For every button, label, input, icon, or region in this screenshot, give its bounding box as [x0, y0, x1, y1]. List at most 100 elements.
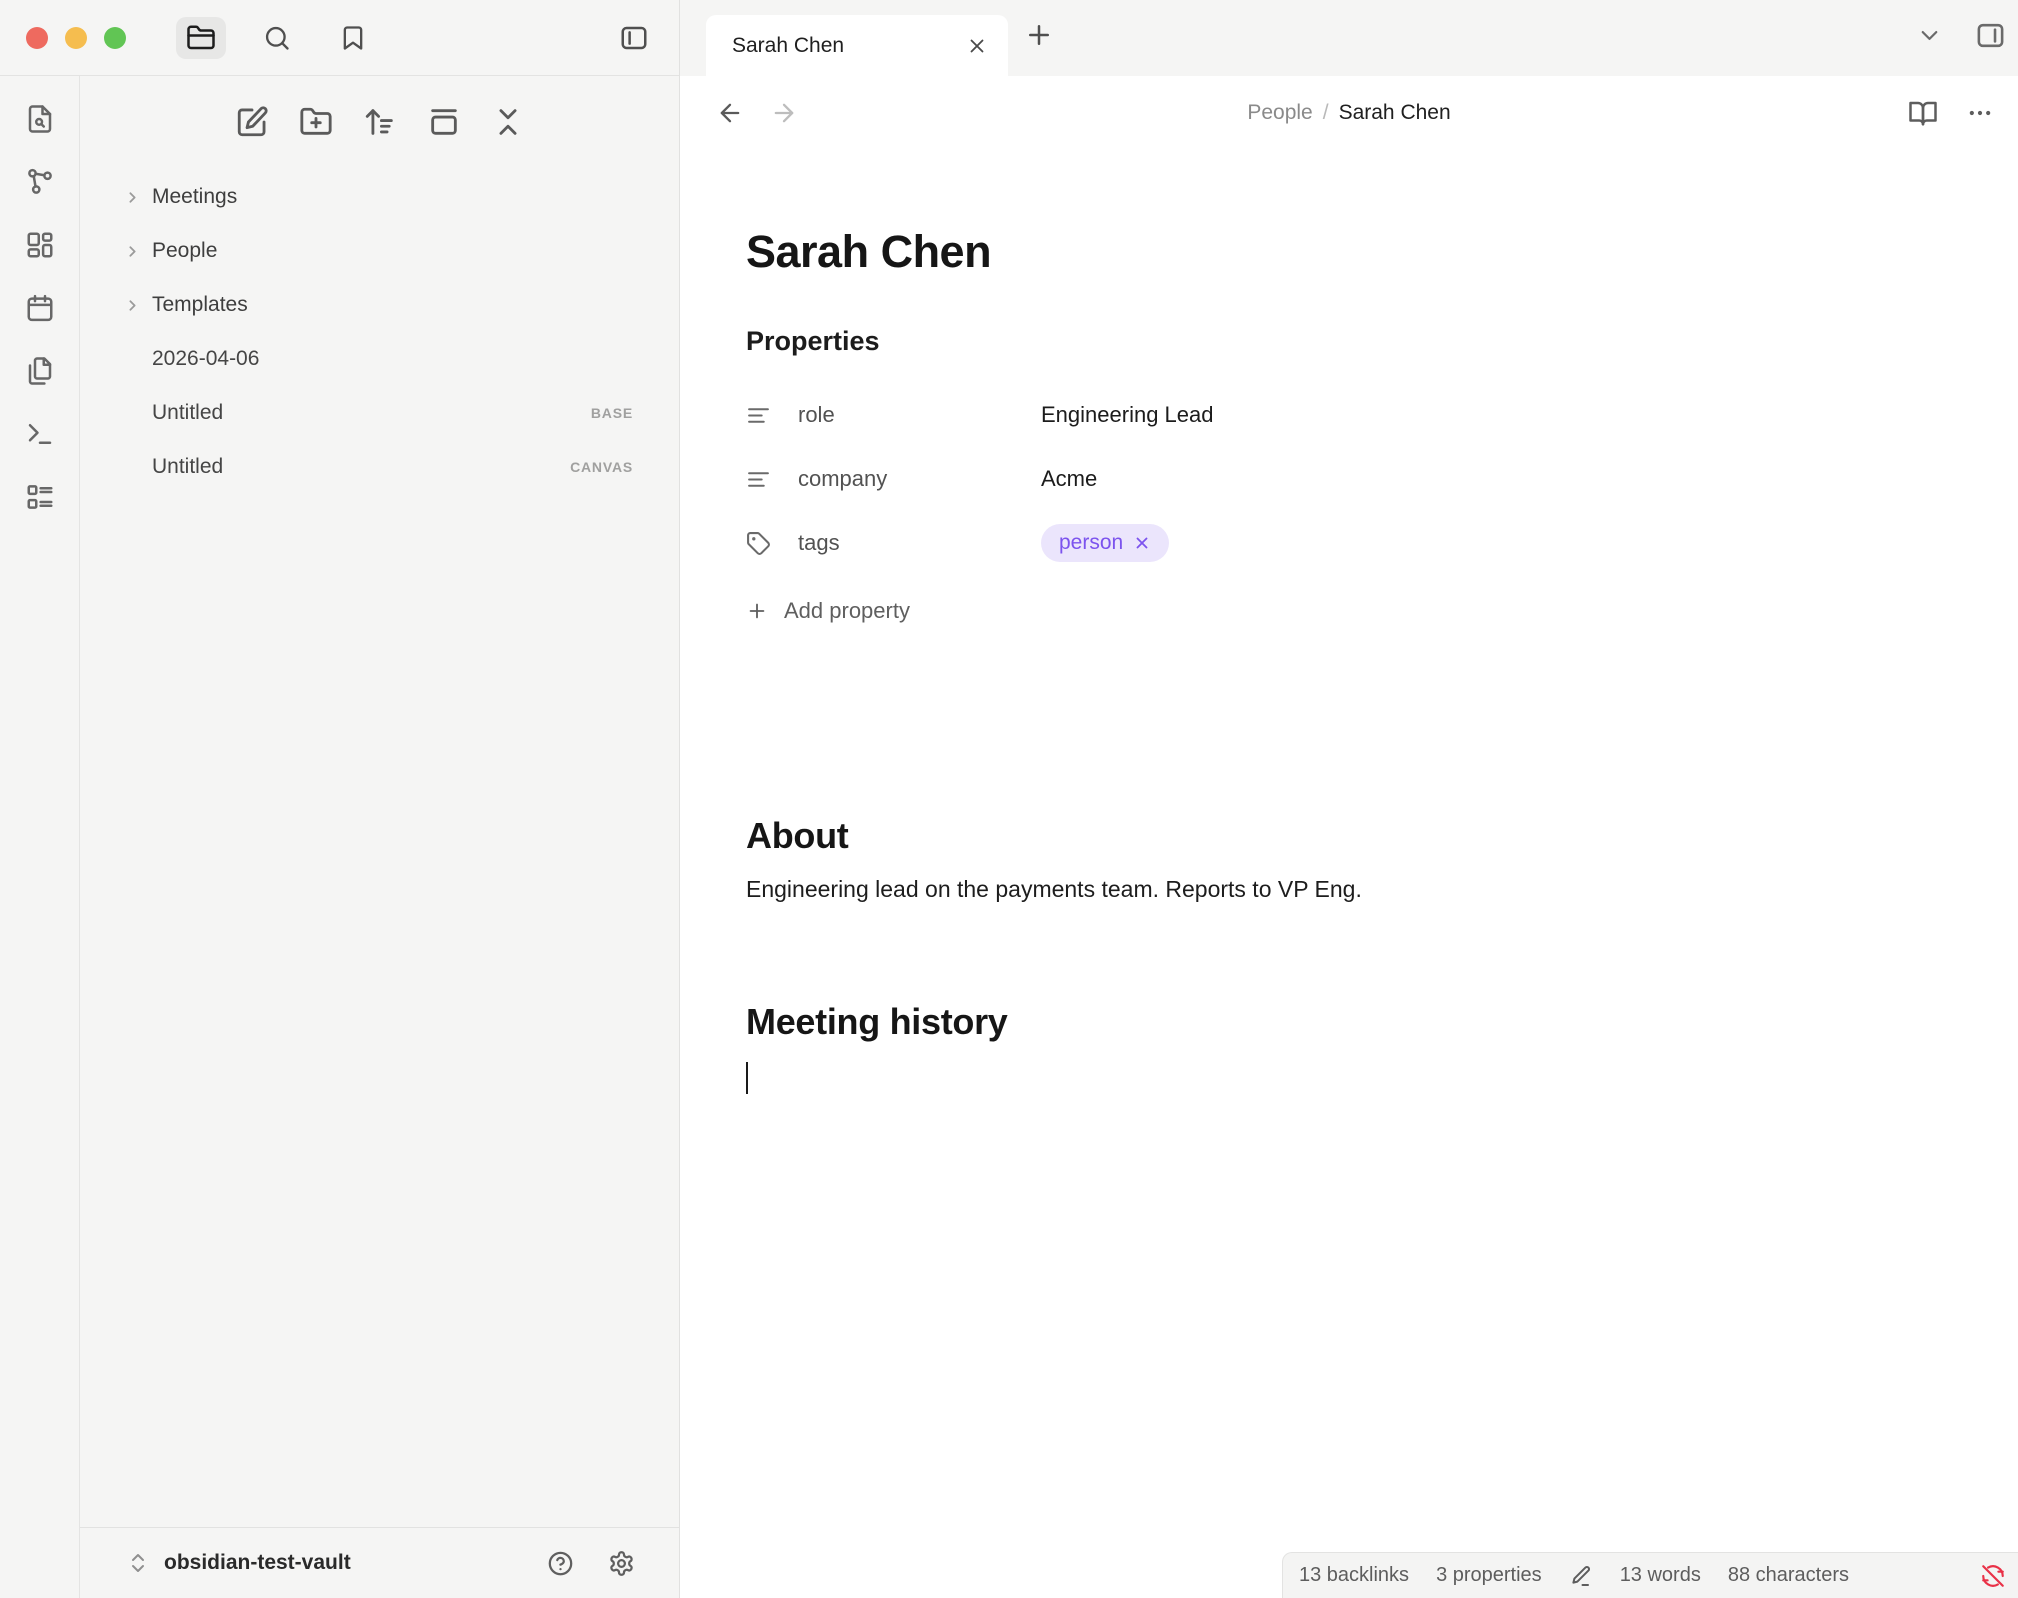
calendar-icon[interactable]	[25, 293, 55, 323]
note-content[interactable]: Sarah Chen Properties role Engineering L…	[680, 150, 2018, 1598]
tag-icon	[746, 531, 771, 556]
vault-name[interactable]: obsidian-test-vault	[164, 1551, 351, 1575]
property-row-company: company Acme	[746, 447, 1898, 511]
tab-title: Sarah Chen	[732, 34, 844, 58]
close-icon	[1133, 534, 1151, 552]
property-row-tags: tags person	[746, 511, 1898, 575]
note-view: People / Sarah Chen	[680, 76, 2018, 1598]
edit-mode-indicator[interactable]	[1569, 1564, 1593, 1588]
text-caret	[746, 1062, 748, 1094]
tag-pill-person[interactable]: person	[1041, 524, 1169, 562]
folder-icon	[186, 23, 216, 53]
terminal-icon[interactable]	[25, 419, 55, 449]
breadcrumb-current[interactable]: Sarah Chen	[1339, 101, 1451, 125]
gallery-icon[interactable]	[427, 105, 461, 139]
collapse-left-sidebar-button[interactable]	[619, 23, 649, 53]
titlebar	[0, 0, 679, 76]
chevron-right-icon	[124, 189, 152, 206]
reading-view-toggle-button[interactable]	[1908, 98, 1938, 128]
help-button[interactable]	[547, 1550, 574, 1577]
file-label: Untitled	[152, 455, 223, 479]
properties-count[interactable]: 3 properties	[1436, 1564, 1542, 1587]
add-property-button[interactable]: Add property	[746, 589, 1898, 633]
note-title[interactable]: Sarah Chen	[746, 226, 1898, 278]
backlinks-count[interactable]: 13 backlinks	[1299, 1564, 1409, 1587]
ellipsis-icon	[1966, 99, 1994, 127]
vault-switcher-button[interactable]	[126, 1551, 150, 1575]
ribbon	[0, 76, 80, 1598]
tree-file-daily-note[interactable]: 2026-04-06	[80, 332, 679, 386]
search-tab-button[interactable]	[252, 17, 302, 59]
properties-heading: Properties	[746, 326, 1898, 357]
add-property-label: Add property	[784, 598, 910, 624]
close-window-button[interactable]	[26, 27, 48, 49]
folder-label: Templates	[152, 293, 248, 317]
align-left-icon	[746, 467, 771, 492]
file-label: 2026-04-06	[152, 347, 259, 371]
titlebar-toolbar	[176, 17, 378, 59]
file-search-icon[interactable]	[25, 104, 55, 134]
property-value[interactable]: Engineering Lead	[1041, 402, 1213, 428]
chevron-right-icon	[124, 297, 152, 314]
vault-footer: obsidian-test-vault	[80, 1527, 679, 1598]
collapse-all-icon[interactable]	[491, 105, 525, 139]
sync-status-button[interactable]	[1980, 1563, 2006, 1589]
navigate-back-button[interactable]	[716, 99, 744, 127]
breadcrumb-parent[interactable]: People	[1247, 101, 1312, 125]
panel-left-icon	[619, 23, 649, 53]
obsidian-window: Meetings People Templates	[0, 0, 2018, 1598]
tab-bar: Sarah Chen	[680, 0, 2018, 76]
help-circle-icon	[547, 1550, 574, 1577]
tree-file-untitled-canvas[interactable]: Untitled CANVAS	[80, 440, 679, 494]
folder-label: Meetings	[152, 185, 237, 209]
tree-folder-meetings[interactable]: Meetings	[80, 170, 679, 224]
plus-icon	[746, 600, 768, 622]
property-value[interactable]: Acme	[1041, 466, 1097, 492]
files-icon[interactable]	[25, 356, 55, 386]
file-label: Untitled	[152, 401, 223, 425]
breadcrumb-separator: /	[1323, 101, 1329, 125]
tree-file-untitled-base[interactable]: Untitled BASE	[80, 386, 679, 440]
section-heading-meeting-history[interactable]: Meeting history	[746, 1001, 1898, 1043]
status-bar: 13 backlinks 3 properties 13 words 88 ch…	[1282, 1552, 2018, 1598]
new-note-icon[interactable]	[235, 105, 269, 139]
tab-list-dropdown-button[interactable]	[1916, 22, 1943, 49]
tab-sarah-chen[interactable]: Sarah Chen	[706, 15, 1008, 76]
property-key[interactable]: tags	[746, 530, 1041, 556]
sort-icon[interactable]	[363, 105, 397, 139]
character-count[interactable]: 88 characters	[1728, 1564, 1849, 1587]
close-icon	[966, 35, 988, 57]
new-tab-button[interactable]	[1024, 20, 1054, 50]
close-tab-button[interactable]	[966, 35, 988, 57]
property-key[interactable]: role	[746, 402, 1041, 428]
traffic-lights	[26, 27, 126, 49]
bookmark-icon	[339, 24, 367, 52]
new-folder-icon[interactable]	[299, 105, 333, 139]
property-key-label: company	[798, 466, 887, 492]
more-options-button[interactable]	[1966, 99, 1994, 127]
settings-button[interactable]	[608, 1550, 635, 1577]
sync-off-icon	[1980, 1563, 2006, 1589]
section-heading-about[interactable]: About	[746, 815, 1898, 857]
chevrons-up-down-icon	[126, 1551, 150, 1575]
graph-icon[interactable]	[25, 167, 55, 197]
tree-folder-templates[interactable]: Templates	[80, 278, 679, 332]
property-key-label: role	[798, 402, 835, 428]
property-key[interactable]: company	[746, 466, 1041, 492]
section-body-about[interactable]: Engineering lead on the payments team. R…	[746, 873, 1898, 905]
navigate-forward-button[interactable]	[770, 99, 798, 127]
layout-dashboard-icon[interactable]	[25, 230, 55, 260]
property-row-role: role Engineering Lead	[746, 383, 1898, 447]
panel-right-icon	[1975, 20, 2006, 51]
files-tab-button[interactable]	[176, 17, 226, 59]
minimize-window-button[interactable]	[65, 27, 87, 49]
remove-tag-button[interactable]	[1133, 534, 1151, 552]
zoom-window-button[interactable]	[104, 27, 126, 49]
editor-pane: Sarah Chen	[680, 0, 2018, 1598]
tree-folder-people[interactable]: People	[80, 224, 679, 278]
bookmarks-tab-button[interactable]	[328, 17, 378, 59]
list-boxes-icon[interactable]	[25, 482, 55, 512]
editor-cursor-line[interactable]	[746, 1061, 1898, 1095]
expand-right-sidebar-button[interactable]	[1975, 20, 2006, 51]
word-count[interactable]: 13 words	[1620, 1564, 1701, 1587]
